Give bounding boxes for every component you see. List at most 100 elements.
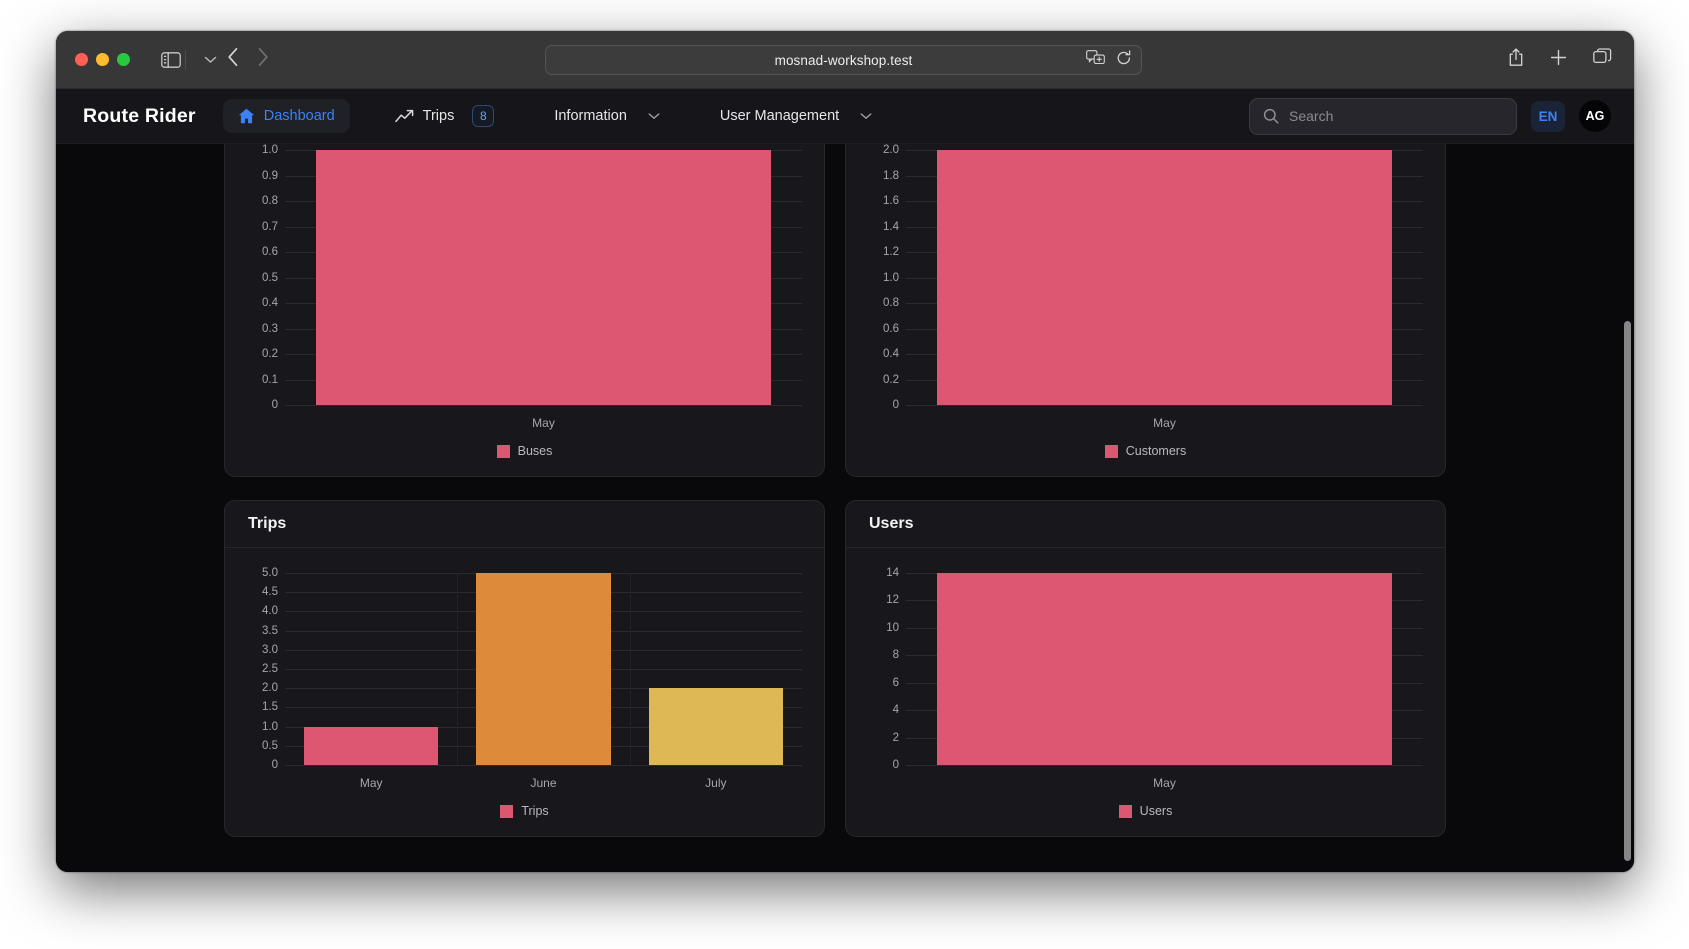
bar[interactable] (303, 726, 439, 765)
y-axis-tick-label: 2.5 (262, 663, 278, 675)
nav-item-label: Information (554, 108, 627, 124)
chevron-down-icon (860, 112, 872, 120)
legend-label[interactable]: Buses (518, 444, 553, 458)
chart-legend: Buses (247, 444, 802, 458)
minimize-window-button[interactable] (96, 53, 109, 66)
plus-icon[interactable] (1550, 49, 1567, 71)
legend-label[interactable]: Trips (521, 804, 548, 818)
dashboard-content: Buses 1.0 0.9 0.8 0.7 0.6 0.5 0.4 0.3 0.2 0.1 0 Ma… (56, 144, 1634, 872)
nav-item-dashboard[interactable]: Dashboard (222, 99, 350, 133)
tab-overview-icon[interactable] (1593, 48, 1612, 71)
bar[interactable] (937, 573, 1392, 765)
bar-slot (285, 573, 457, 765)
plot-area (285, 150, 802, 406)
nav-item-trips[interactable]: Trips 8 (380, 96, 510, 136)
y-axis-tick-label: 1.2 (883, 246, 899, 258)
x-axis-tick-label: May (532, 416, 555, 430)
address-bar[interactable]: mosnad-workshop.test (545, 45, 1142, 75)
app-navbar: Route Rider Dashboard Trips 8 Informatio… (56, 89, 1634, 144)
share-icon[interactable] (1508, 47, 1524, 72)
y-axis-tick-label: 1.4 (883, 220, 899, 233)
search-input[interactable] (1289, 108, 1503, 124)
bar-chart-users: 14 12 10 8 6 4 2 0 May Users (868, 567, 1423, 818)
legend-swatch (1104, 444, 1118, 458)
x-axis-tick-label: May (1153, 416, 1176, 430)
home-icon (238, 108, 255, 124)
y-axis-tick-label: 12 (886, 594, 899, 607)
y-axis-tick-label: 0.5 (262, 271, 278, 284)
search-box[interactable] (1249, 97, 1517, 135)
back-arrow-icon[interactable] (227, 47, 239, 72)
reload-icon[interactable] (1116, 49, 1132, 71)
y-axis-tick-label: 2.0 (883, 144, 899, 156)
nav-item-label: Dashboard (263, 108, 335, 124)
maximize-window-button[interactable] (117, 53, 130, 66)
chevron-down-icon[interactable] (204, 55, 217, 64)
translate-icon[interactable] (1086, 50, 1105, 70)
y-axis-tick-label: 0.2 (883, 373, 899, 386)
x-axis-tick-label: May (359, 776, 383, 790)
y-axis-tick-label: 1.0 (262, 144, 278, 156)
bar-series (285, 573, 802, 765)
y-axis-tick-label: 0.1 (262, 373, 278, 386)
y-axis: 2.0 1.8 1.6 1.4 1.2 1.0 0.8 0.6 0.4 0.2 0 (868, 144, 906, 411)
sidebar-icon[interactable] (161, 51, 181, 68)
browser-window: mosnad-workshop.test Route Rider Dashboa… (56, 31, 1634, 872)
y-axis-tick-label: 1.8 (883, 169, 899, 182)
y-axis-tick-label: 1.5 (262, 701, 278, 714)
window-controls[interactable] (75, 53, 130, 66)
language-switcher[interactable]: EN (1531, 100, 1565, 132)
nav-item-label: User Management (719, 108, 840, 124)
y-axis-tick-label: 3.5 (262, 624, 278, 637)
bar-chart-trips: 5.0 4.5 4.0 3.5 3.0 2.5 2.0 1.5 1.0 0.5 0 May June J… (247, 567, 802, 818)
y-axis-tick-label: 0 (271, 759, 278, 771)
close-window-button[interactable] (75, 53, 88, 66)
bar[interactable] (476, 573, 611, 765)
user-avatar[interactable]: AG (1579, 100, 1611, 132)
bar[interactable] (316, 150, 771, 405)
y-axis-tick-label: 0.6 (262, 246, 278, 258)
y-axis-tick-label: 14 (886, 567, 899, 579)
y-axis-tick-label: 0.4 (883, 348, 899, 360)
url-text: mosnad-workshop.test (774, 52, 913, 68)
y-axis-tick-label: 0.6 (883, 322, 899, 335)
y-axis-tick-label: 0.8 (262, 195, 278, 207)
navigation-arrows[interactable] (227, 47, 269, 72)
plot-area (285, 573, 802, 766)
bar-series (906, 150, 1423, 405)
page-scrollbar[interactable] (1624, 321, 1631, 861)
card-title: Users (869, 515, 914, 532)
nav-item-information[interactable]: Information (539, 99, 675, 133)
search-icon (1263, 108, 1279, 124)
web-page: Route Rider Dashboard Trips 8 Informatio… (56, 89, 1634, 872)
y-axis-tick-label: 0.2 (262, 348, 278, 360)
navbar-right: EN AG (1249, 89, 1611, 143)
y-axis-tick-label: 2.0 (262, 682, 278, 695)
chart-legend: Customers (868, 444, 1423, 458)
x-axis: May (906, 416, 1423, 430)
bar[interactable] (937, 150, 1392, 405)
card-body: 1.0 0.9 0.8 0.7 0.6 0.5 0.4 0.3 0.2 0.1 0 May Buse… (225, 144, 824, 476)
nav-item-user-management[interactable]: User Management (705, 99, 887, 133)
y-axis-tick-label: 4.5 (262, 586, 278, 599)
bar-slot (906, 573, 1423, 765)
y-axis-tick-label: 0 (892, 399, 899, 411)
x-axis-tick-label: May (1153, 776, 1176, 790)
address-bar-actions (1086, 46, 1132, 74)
y-axis-tick-label: 1.0 (883, 271, 899, 284)
y-axis-tick-label: 6 (892, 676, 899, 689)
app-brand[interactable]: Route Rider (83, 105, 196, 128)
forward-arrow-icon[interactable] (257, 47, 269, 72)
legend-label[interactable]: Users (1140, 804, 1173, 818)
card-body: 2.0 1.8 1.6 1.4 1.2 1.0 0.8 0.6 0.4 0.2 0 May Cust… (846, 144, 1445, 476)
bar-series (285, 150, 802, 405)
y-axis: 5.0 4.5 4.0 3.5 3.0 2.5 2.0 1.5 1.0 0.5 0 (247, 567, 285, 771)
x-axis-tick-label: July (705, 776, 727, 790)
legend-label[interactable]: Customers (1126, 444, 1186, 458)
bar[interactable] (648, 688, 784, 765)
plot-area (906, 150, 1423, 406)
browser-titlebar: mosnad-workshop.test (56, 31, 1634, 89)
y-axis: 1.0 0.9 0.8 0.7 0.6 0.5 0.4 0.3 0.2 0.1 0 (247, 144, 285, 411)
charts-grid: Buses 1.0 0.9 0.8 0.7 0.6 0.5 0.4 0.3 0.2 0.1 0 Ma… (224, 144, 1446, 837)
y-axis-tick-label: 1.6 (883, 195, 899, 207)
